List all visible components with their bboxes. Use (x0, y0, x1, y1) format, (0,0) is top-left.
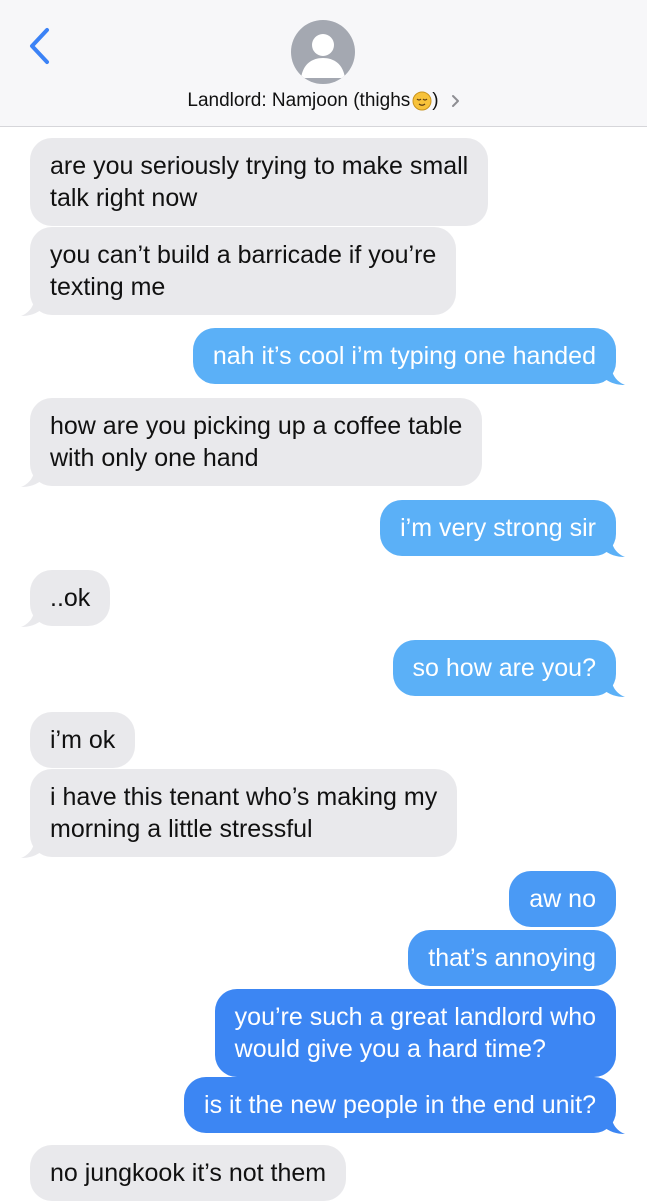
message-line: how are you picking up a coffee table (50, 412, 463, 440)
message-line: are you seriously trying to make small (50, 152, 469, 180)
message-line: you’re such a great landlord who (234, 1003, 596, 1031)
message-line: with only one hand (50, 444, 259, 472)
bubble-tail (21, 605, 43, 627)
message-line: i’m very strong sir (400, 514, 596, 542)
contact-name-button[interactable]: Landlord: Namjoon (thighs ) (0, 86, 647, 116)
message-line: texting me (50, 273, 166, 301)
outgoing-message[interactable]: aw no (509, 871, 616, 927)
conversation-header: Landlord: Namjoon (thighs ) (0, 0, 647, 127)
contact-name: Landlord: Namjoon (thighs ) (187, 90, 439, 111)
incoming-message[interactable]: i have this tenant who’s making my morni… (21, 769, 458, 858)
message-line: i have this tenant who’s making my (50, 783, 438, 811)
bubble-tail (21, 294, 43, 316)
incoming-message[interactable]: ..ok (21, 570, 111, 627)
outgoing-message[interactable]: so how are you? (392, 640, 625, 697)
message-line: is it the new people in the end unit? (204, 1091, 596, 1119)
bubble-tail (603, 1112, 625, 1134)
incoming-message[interactable]: how are you picking up a coffee table wi… (21, 398, 483, 487)
message-line: ..ok (50, 584, 91, 612)
outgoing-message[interactable]: is it the new people in the end unit? (184, 1077, 625, 1134)
message-line: talk right now (50, 184, 198, 212)
incoming-message[interactable]: no jungkook it’s not them (30, 1145, 347, 1201)
person-silhouette-icon (301, 34, 345, 78)
back-button[interactable] (22, 24, 56, 68)
message-thread: are you seriously trying to make small t… (0, 127, 647, 1201)
message-line: so how are you? (412, 654, 596, 682)
outgoing-message[interactable]: that’s annoying (408, 930, 616, 986)
message-line: i’m ok (50, 726, 116, 754)
outgoing-message[interactable]: you’re such a great landlord who would g… (214, 989, 616, 1077)
outgoing-message[interactable]: i’m very strong sir (380, 500, 625, 557)
message-line: aw no (529, 885, 596, 913)
chevron-left-icon (30, 28, 49, 64)
chevron-right-icon (451, 95, 459, 107)
incoming-message[interactable]: you can’t build a barricade if you’re te… (21, 227, 457, 316)
bubble-tail (21, 465, 43, 487)
message-line: no jungkook it’s not them (50, 1159, 327, 1187)
bubble-tail (21, 836, 43, 858)
outgoing-message[interactable]: nah it’s cool i’m typing one handed (192, 328, 625, 385)
bubble-tail (603, 363, 625, 385)
message-line: you can’t build a barricade if you’re (50, 241, 437, 269)
bubble-tail (603, 535, 625, 557)
message-line: would give you a hard time? (234, 1035, 546, 1063)
message-line: that’s annoying (428, 944, 596, 972)
contact-avatar[interactable] (291, 20, 355, 84)
incoming-message[interactable]: i’m ok (30, 712, 136, 768)
incoming-message[interactable]: are you seriously trying to make small t… (30, 138, 489, 226)
message-line: morning a little stressful (50, 815, 313, 843)
bubble-tail (603, 675, 625, 697)
relieved-face-emoji (412, 91, 432, 111)
message-line: nah it’s cool i’m typing one handed (212, 342, 596, 370)
